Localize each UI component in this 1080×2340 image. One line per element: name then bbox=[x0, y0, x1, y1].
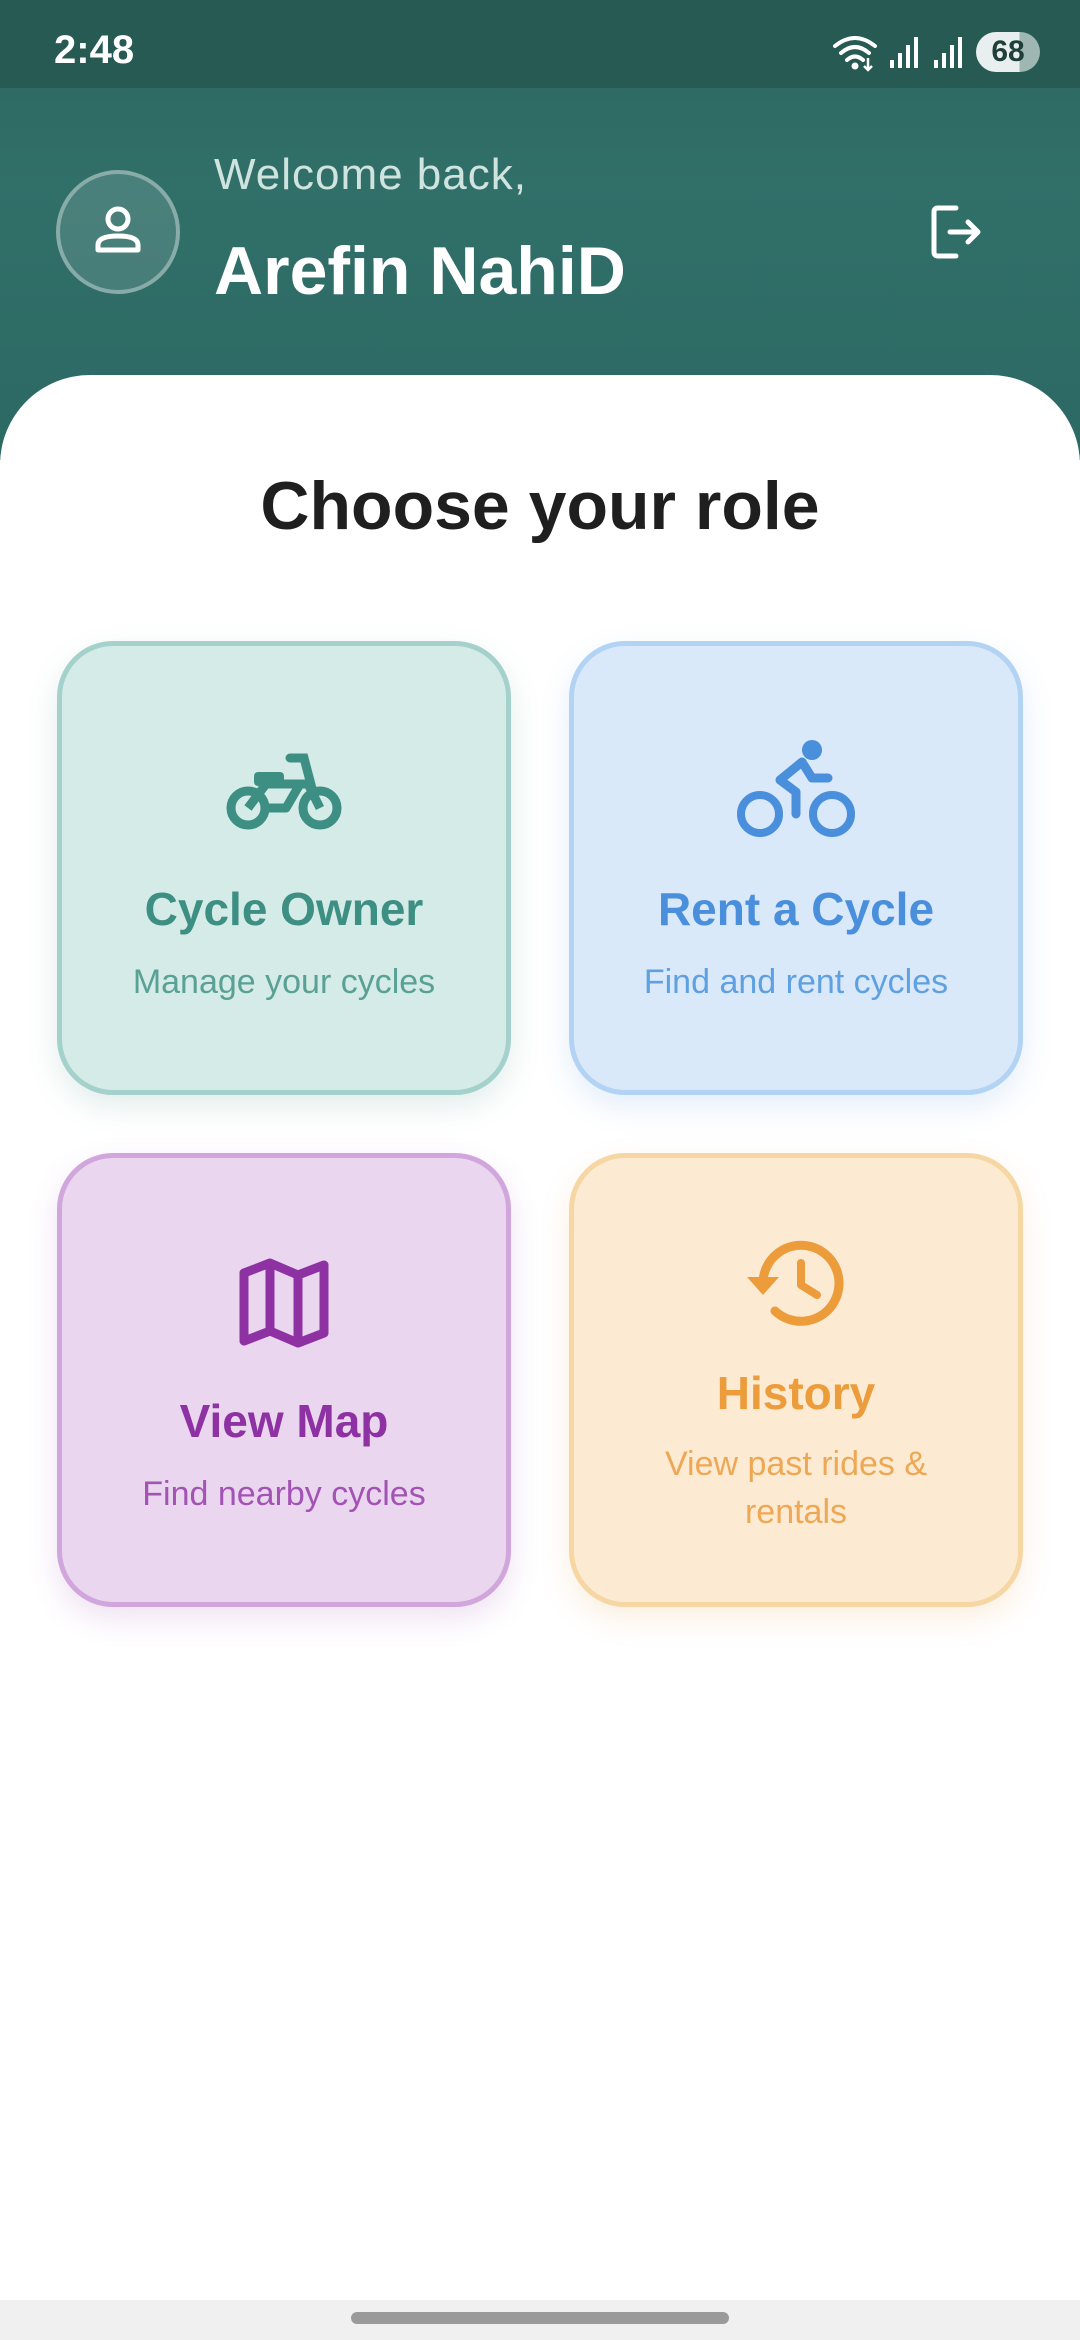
wifi-icon bbox=[832, 32, 878, 72]
signal-icon bbox=[888, 34, 922, 70]
status-bar: 2:48 68 bbox=[0, 0, 1080, 88]
rent-cycle-card[interactable]: Rent a Cycle Find and rent cycles bbox=[569, 641, 1023, 1095]
status-icons: 68 bbox=[832, 30, 1040, 74]
person-icon bbox=[90, 202, 146, 263]
card-subtitle: Find nearby cycles bbox=[142, 1475, 426, 1513]
history-icon bbox=[741, 1228, 851, 1338]
home-indicator[interactable] bbox=[351, 2312, 729, 2324]
role-sheet: Choose your role Cycle Owner Manage your… bbox=[0, 375, 1080, 2300]
battery-icon: 68 bbox=[976, 32, 1040, 72]
logout-icon bbox=[926, 202, 986, 267]
navigation-bar bbox=[0, 2300, 1080, 2340]
view-map-card[interactable]: View Map Find nearby cycles bbox=[57, 1153, 511, 1607]
logout-button[interactable] bbox=[920, 198, 992, 270]
avatar[interactable] bbox=[56, 170, 180, 294]
cyclist-icon bbox=[736, 736, 856, 846]
welcome-text: Welcome back, bbox=[214, 150, 527, 199]
status-time: 2:48 bbox=[54, 28, 135, 72]
card-title: History bbox=[716, 1367, 876, 1419]
page-title: Choose your role bbox=[260, 468, 820, 544]
history-card[interactable]: History View past rides & rentals bbox=[569, 1153, 1023, 1607]
card-subtitle: Find and rent cycles bbox=[643, 963, 949, 1001]
card-title: View Map bbox=[179, 1395, 389, 1447]
card-title: Rent a Cycle bbox=[657, 883, 935, 935]
card-title: Cycle Owner bbox=[144, 883, 424, 935]
card-subtitle: Manage your cycles bbox=[132, 963, 436, 1001]
user-name: Arefin NahiD bbox=[214, 233, 626, 309]
card-subtitle: View past rides & rentals bbox=[664, 1445, 928, 1531]
map-icon bbox=[234, 1248, 334, 1358]
moped-icon bbox=[224, 736, 344, 846]
app-screen: 2:48 68 Welcome back, Arefin NahiD Choos… bbox=[0, 0, 1080, 2340]
cycle-owner-card[interactable]: Cycle Owner Manage your cycles bbox=[57, 641, 511, 1095]
signal-icon bbox=[932, 34, 966, 70]
